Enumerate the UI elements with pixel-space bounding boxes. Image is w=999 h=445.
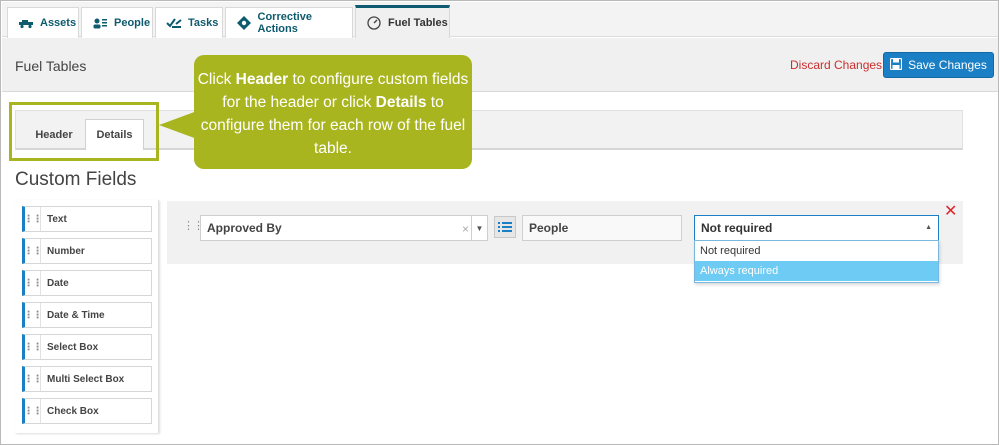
remove-field-icon[interactable]: ✕ xyxy=(944,201,957,221)
option-always-required[interactable]: Always required xyxy=(695,261,938,281)
gauge-icon xyxy=(366,16,382,30)
instruction-callout: Click Header to configure custom fields … xyxy=(194,55,472,169)
tab-people[interactable]: People xyxy=(81,7,153,38)
callout-text: Click xyxy=(197,71,236,88)
tab-label: Fuel Tables xyxy=(388,17,448,29)
clear-icon[interactable]: × xyxy=(462,222,469,236)
save-changes-button[interactable]: Save Changes xyxy=(883,52,994,78)
chevron-up-icon: ▲ xyxy=(925,224,932,231)
palette-item-text[interactable]: ⋮⋮ Text xyxy=(22,206,152,232)
tab-label: Tasks xyxy=(188,17,219,29)
save-label: Save Changes xyxy=(908,58,987,72)
tasks-icon xyxy=(166,16,182,30)
chevron-down-icon[interactable]: ▼ xyxy=(471,216,487,240)
discard-changes-link[interactable]: Discard Changes xyxy=(790,58,882,72)
tabs-highlight-box xyxy=(9,102,159,161)
section-title: Custom Fields xyxy=(15,169,137,190)
tab-corrective-actions[interactable]: Corrective Actions xyxy=(225,7,353,38)
callout-bold-header: Header xyxy=(235,71,289,88)
callout-bold-details: Details xyxy=(375,94,427,111)
drag-handle-icon: ⋮⋮ xyxy=(24,335,43,359)
palette-item-check-box[interactable]: ⋮⋮ Check Box xyxy=(22,398,152,424)
callout-pointer xyxy=(159,111,197,139)
field-palette: ⋮⋮ Text ⋮⋮ Number ⋮⋮ Date ⋮⋮ Date & Time ⋮⋮ S… xyxy=(15,200,159,433)
drag-handle-icon: ⋮⋮ xyxy=(24,399,43,423)
field-type: People xyxy=(522,215,682,241)
page-header: Fuel Tables Discard Changes Save Changes xyxy=(2,38,998,92)
drag-handle-icon: ⋮⋮ xyxy=(24,207,43,231)
people-icon xyxy=(92,16,108,30)
option-not-required[interactable]: Not required xyxy=(695,241,938,261)
palette-item-label: Multi Select Box xyxy=(47,373,125,385)
palette-item-multi-select-box[interactable]: ⋮⋮ Multi Select Box xyxy=(22,366,152,392)
wrench-diamond-icon xyxy=(236,16,252,30)
drag-handle-icon: ⋮⋮ xyxy=(24,303,43,327)
list-options-button[interactable] xyxy=(494,216,516,238)
requirement-value: Not required xyxy=(701,221,773,235)
tab-label: Corrective Actions xyxy=(257,11,312,35)
top-tab-bar: Assets People Tasks Corrective Actions F… xyxy=(2,2,998,38)
palette-item-label: Date xyxy=(47,277,69,289)
palette-item-date[interactable]: ⋮⋮ Date xyxy=(22,270,152,296)
save-icon xyxy=(890,57,903,73)
palette-item-date-time[interactable]: ⋮⋮ Date & Time xyxy=(22,302,152,328)
palette-item-number[interactable]: ⋮⋮ Number xyxy=(22,238,152,264)
palette-item-label: Text xyxy=(47,213,67,225)
field-name-value: Approved By xyxy=(207,221,282,235)
palette-item-label: Select Box xyxy=(47,341,99,353)
tab-assets[interactable]: Assets xyxy=(7,7,79,38)
palette-item-label: Date & Time xyxy=(47,309,105,321)
requirement-dropdown: Not required Always required xyxy=(694,240,939,283)
tab-label: People xyxy=(114,17,151,29)
drag-handle-icon: ⋮⋮ xyxy=(24,239,43,263)
list-icon xyxy=(498,222,512,232)
field-name-select[interactable]: Approved By × ▼ xyxy=(200,215,488,241)
palette-item-label: Check Box xyxy=(47,405,99,417)
drag-handle-icon: ⋮⋮ xyxy=(24,367,43,391)
palette-item-select-box[interactable]: ⋮⋮ Select Box xyxy=(22,334,152,360)
truck-icon xyxy=(18,16,34,30)
tab-label: Assets xyxy=(40,17,77,29)
tab-tasks[interactable]: Tasks xyxy=(155,7,223,38)
palette-item-label: Number xyxy=(47,245,85,257)
app-window: Assets People Tasks Corrective Actions F… xyxy=(0,0,999,445)
tab-fuel-tables[interactable]: Fuel Tables xyxy=(355,5,450,38)
requirement-select[interactable]: Not required ▲ xyxy=(694,215,939,241)
page-title: Fuel Tables xyxy=(15,58,87,74)
drag-handle-icon: ⋮⋮ xyxy=(24,271,43,295)
